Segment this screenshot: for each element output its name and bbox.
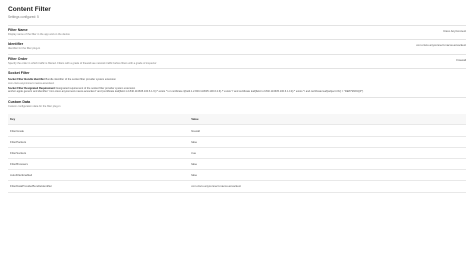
table-row: FilterSockets true — [8, 147, 466, 160]
page-title: Content Filter — [8, 6, 51, 13]
row-key: FilterPackets — [8, 136, 192, 148]
row-value: com.cisco.anyconnect.macos.acsockext — [191, 180, 466, 193]
custom-data-section: Custom Data Custom configuration data fo… — [8, 100, 466, 193]
filter-name-value: Cisco AnyConnect — [443, 29, 466, 33]
socket-filter-section: Socket Filter Socket Filter Bundle Ident… — [8, 69, 466, 98]
table-row: FilterPackets false — [8, 136, 466, 148]
identifier-section: Identifier Identifier for the filter plu… — [8, 40, 466, 55]
row-key: FilterBrowsers — [8, 158, 192, 171]
socket-filter-requirement-value: anchor apple generic and identifier "com… — [8, 90, 364, 94]
custom-data-description: Custom configuration data for the filter… — [8, 104, 61, 108]
key-column-header: Key — [8, 114, 192, 126]
custom-data-table: Key Value FilterGrade firewall FilterPac… — [8, 114, 466, 193]
table-row: AutoFilterEnabled false — [8, 169, 466, 182]
filter-name-description: Display name of the filter in the app an… — [8, 33, 70, 36]
filter-order-value: Firewall — [456, 57, 466, 62]
row-value: true — [191, 147, 466, 160]
row-key: FilterSockets — [8, 147, 192, 160]
socket-filter-bundle-value: com.cisco.anyconnect.macos.acsockext — [8, 81, 55, 85]
socket-filter-bundle-label: Socket Filter Bundle Identifier — [8, 78, 45, 82]
row-value: false — [191, 136, 466, 148]
socket-filter-bundle-description: Bundle identifier of the socket filter p… — [45, 78, 117, 82]
row-value: false — [191, 169, 466, 182]
row-value: firewall — [191, 124, 466, 137]
value-column-header: Value — [191, 114, 466, 126]
filter-order-section: Filter Order Specify the order in which … — [8, 55, 466, 70]
custom-data-header-row: Key Value — [8, 114, 466, 126]
identifier-description: Identifier for the filter plug-in — [8, 47, 41, 51]
filter-order-description: Specify the order in which traffic is fi… — [8, 61, 157, 65]
filter-name-section: Filter Name Display name of the filter i… — [8, 25, 466, 41]
table-row: FilterDataProviderBundleIdentifier com.c… — [8, 180, 466, 193]
socket-filter-label: Socket Filter — [8, 71, 30, 76]
page-subtitle: Settings configured: 5 — [8, 15, 39, 19]
row-key: FilterGrade — [8, 124, 192, 137]
row-key: FilterDataProviderBundleIdentifier — [8, 180, 192, 193]
identifier-value: com.cisco.anyconnect.macos.acsockext — [416, 43, 466, 48]
content-filter-page: Content Filter Settings configured: 5 Fi… — [0, 0, 474, 257]
table-row: FilterBrowsers false — [8, 158, 466, 171]
row-value: false — [191, 158, 466, 171]
row-key: AutoFilterEnabled — [8, 169, 192, 182]
table-row: FilterGrade firewall — [8, 124, 466, 137]
